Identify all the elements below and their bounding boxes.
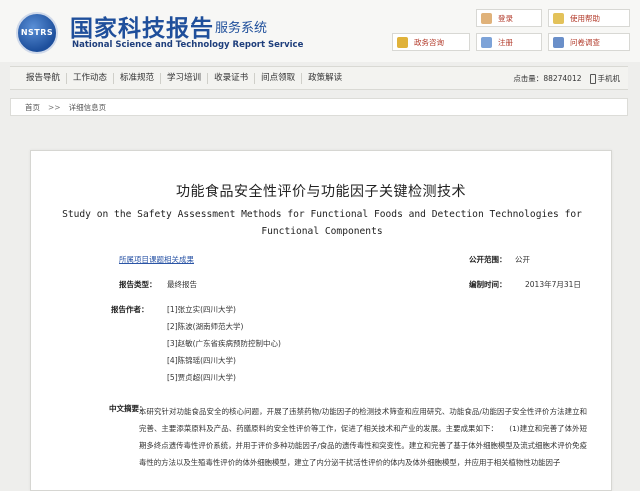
report-detail-card: 功能食品安全性评价与功能因子关键检测技术 Study on the Safety… xyxy=(30,150,612,491)
survey-label: 问卷调查 xyxy=(570,37,600,47)
author-item: [4]陈锦瑶(四川大学) xyxy=(167,356,236,365)
abstract-text: 本研究针对功能食品安全的核心问题，开展了违禁药物/功能因子的检测技术筛查和应用研… xyxy=(139,407,587,467)
breadcrumb-home[interactable]: 首页 xyxy=(25,102,40,113)
site-title-english: National Science and Technology Report S… xyxy=(72,40,304,50)
report-type-value: 最终报告 xyxy=(167,280,197,289)
nstrs-logo[interactable]: NSTRS xyxy=(16,12,58,54)
mobile-link[interactable]: 手机机 xyxy=(598,73,621,84)
help-label: 使用帮助 xyxy=(570,13,600,23)
logo-text: NSTRS xyxy=(20,28,54,37)
authors-label: 报告作者： xyxy=(111,305,149,314)
report-title-en: Study on the Safety Assessment Methods f… xyxy=(62,209,582,237)
consult-icon xyxy=(397,36,408,48)
author-list: [1]张立实(四川大学) [2]陈波(湖南师范大学) [3]赵敏(广东省疾病预防… xyxy=(167,304,281,389)
site-header: NSTRS 国家科技报告 服务系统 National Science and T… xyxy=(0,0,640,62)
mobile-phone-icon xyxy=(589,73,596,84)
breadcrumb: 首页 >> 详细信息页 xyxy=(10,98,628,116)
site-title: 国家科技报告 xyxy=(70,16,214,42)
nav-item-certificates[interactable]: 收录证书 xyxy=(208,72,256,84)
breadcrumb-current: 详细信息页 xyxy=(68,102,107,112)
nav-item-policy[interactable]: 政策解读 xyxy=(302,73,348,84)
project-results-link[interactable]: 所属项目课题相关成果 xyxy=(119,254,194,265)
author-item: [1]张立实(四川大学) xyxy=(167,305,236,314)
register-button[interactable]: 注册 xyxy=(476,33,542,51)
hits-value: 88274012 xyxy=(543,74,582,83)
hits-label: 点击量： xyxy=(513,74,544,83)
report-title-cn: 功能食品安全性评价与功能因子关键检测技术 xyxy=(176,184,466,200)
author-item: [2]陈波(湖南师范大学) xyxy=(167,322,244,331)
user-icon xyxy=(481,12,492,24)
help-button[interactable]: 使用帮助 xyxy=(548,9,630,27)
author-item: [5]贾贞超(四川大学) xyxy=(167,373,236,382)
nav-item-work-news[interactable]: 工作动态 xyxy=(67,72,115,84)
consult-button[interactable]: 政务咨询 xyxy=(392,33,470,51)
open-scope-value: 公开 xyxy=(515,255,530,264)
compile-date-label: 编制时间： xyxy=(469,280,507,289)
compile-date-value: 2013年7月31日 xyxy=(525,280,581,289)
survey-icon xyxy=(553,36,564,48)
site-subtitle: 服务系统 xyxy=(215,21,268,36)
consult-label: 政务咨询 xyxy=(414,37,444,47)
nav-item-report-nav[interactable]: 报告导航 xyxy=(10,72,68,84)
nav-item-training[interactable]: 学习培训 xyxy=(161,72,209,84)
register-label: 注册 xyxy=(498,37,513,47)
open-scope-label: 公开范围： xyxy=(469,255,507,264)
nav-stats: 点击量： 88274012 手机机 xyxy=(513,73,620,84)
nav-item-standards[interactable]: 标准规范 xyxy=(114,72,162,84)
report-type-label: 报告类型： xyxy=(119,280,157,289)
register-icon xyxy=(481,36,492,48)
breadcrumb-separator: >> xyxy=(48,102,61,112)
main-nav: 报告导航 工作动态 标准规范 学习培训 收录证书 间点领取 政策解读 点击量： … xyxy=(10,66,628,90)
nav-item-points[interactable]: 间点领取 xyxy=(255,72,303,84)
author-item: [3]赵敏(广东省疾病预防控制中心) xyxy=(167,339,281,348)
login-label: 登录 xyxy=(498,13,513,23)
survey-button[interactable]: 问卷调查 xyxy=(548,33,630,51)
help-icon xyxy=(553,12,564,24)
login-button[interactable]: 登录 xyxy=(476,9,542,27)
